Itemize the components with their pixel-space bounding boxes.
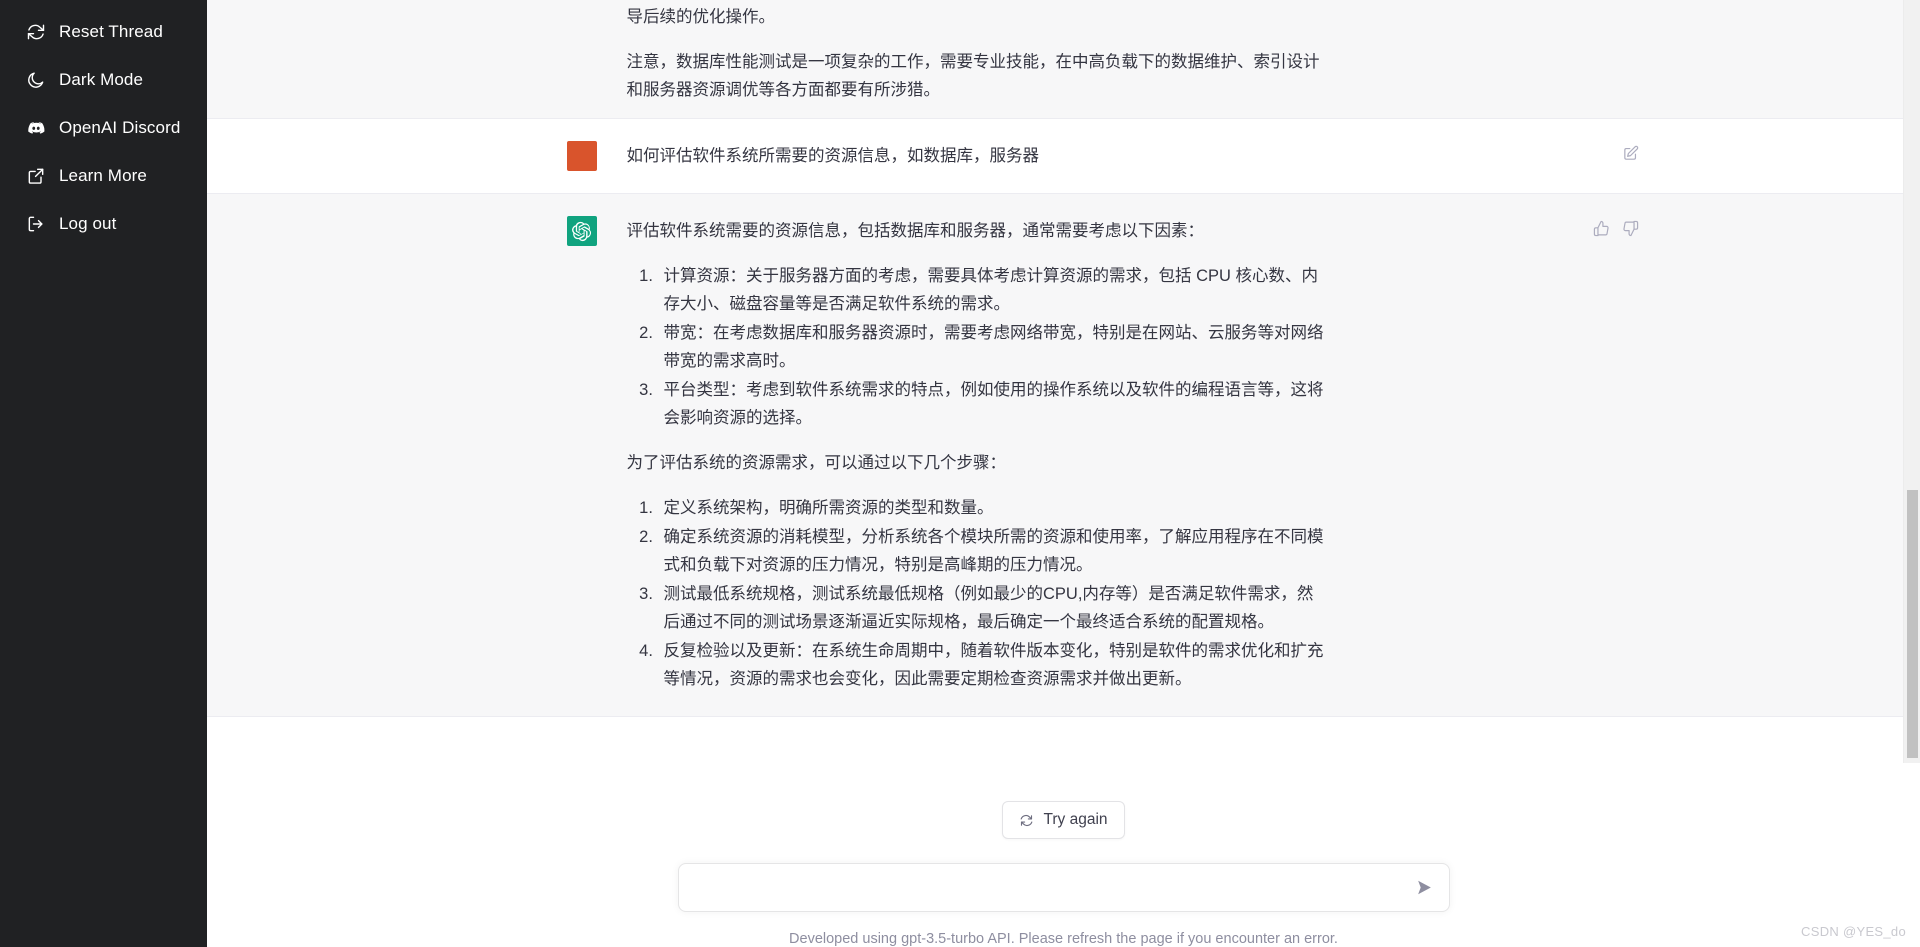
sidebar-item-label: Log out bbox=[59, 214, 117, 233]
sidebar-item-label: OpenAI Discord bbox=[59, 118, 181, 137]
list-item: 确定系统资源的消耗模型，分析系统各个模块所需的资源和使用率，了解应用程序在不同模… bbox=[658, 523, 1327, 579]
input-row bbox=[207, 839, 1920, 912]
composer-input-box[interactable] bbox=[677, 863, 1450, 912]
avatar-assistant bbox=[566, 216, 597, 246]
sidebar-item-label: Reset Thread bbox=[59, 22, 163, 41]
conversation-thread[interactable]: 7. 测试报告：根据性能数据和测试结果生成性能测试报告，附带详细测试日志和建议操… bbox=[207, 0, 1920, 779]
discord-icon bbox=[25, 118, 46, 139]
message-user: 如何评估软件系统所需要的资源信息，如数据库，服务器 bbox=[207, 119, 1920, 194]
factors-list: 计算资源：关于服务器方面的考虑，需要具体考虑计算资源的需求，包括 CPU 核心数… bbox=[627, 262, 1327, 432]
steps-list: 定义系统架构，明确所需资源的类型和数量。 确定系统资源的消耗模型，分析系统各个模… bbox=[627, 494, 1327, 693]
list-item: 带宽：在考虑数据库和服务器资源时，需要考虑网络带宽，特别是在网站、云服务等对网络… bbox=[658, 319, 1327, 375]
sidebar-item-dark-mode[interactable]: Dark Mode bbox=[6, 56, 201, 104]
list-item: 计算资源：关于服务器方面的考虑，需要具体考虑计算资源的需求，包括 CPU 核心数… bbox=[658, 262, 1327, 318]
sidebar-item-label: Dark Mode bbox=[59, 70, 144, 89]
thumbs-up-icon[interactable] bbox=[1592, 218, 1612, 238]
scrollbar-thumb[interactable] bbox=[1907, 490, 1918, 758]
openai-logo-icon bbox=[572, 221, 591, 241]
sidebar-item-label: Learn More bbox=[59, 166, 147, 185]
chat-input[interactable] bbox=[694, 864, 1403, 911]
try-again-button[interactable]: Try again bbox=[1002, 801, 1125, 839]
thread-scrollbar[interactable] bbox=[1903, 0, 1920, 763]
sidebar-item-learn-more[interactable]: Learn More bbox=[6, 152, 201, 200]
retry-row: Try again bbox=[207, 779, 1920, 839]
sidebar-item-openai-discord[interactable]: OpenAI Discord bbox=[6, 104, 201, 152]
composer-area: Try again Developed using gpt-3.5-turbo … bbox=[207, 779, 1920, 947]
footer-note: Developed using gpt-3.5-turbo API. Pleas… bbox=[789, 931, 1338, 947]
watermark: CSDN @YES_do bbox=[1801, 924, 1906, 939]
steps-intro: 为了评估系统的资源需求，可以通过以下几个步骤： bbox=[626, 454, 1007, 472]
list-item: 反复检验以及更新：在系统生命周期中，随着软件版本变化，特别是软件的需求优化和扩充… bbox=[658, 637, 1327, 693]
assistant-intro: 评估软件系统需要的资源信息，包括数据库和服务器，通常需要考虑以下因素： bbox=[626, 222, 1205, 240]
app-root: Reset Thread Dark Mode OpenAI Discord Le… bbox=[0, 0, 1920, 947]
send-icon[interactable] bbox=[1414, 877, 1436, 899]
message-assistant-previous: 7. 测试报告：根据性能数据和测试结果生成性能测试报告，附带详细测试日志和建议操… bbox=[207, 0, 1920, 119]
list-item: 测试最低系统规格，测试系统最低规格（例如最少的CPU,内存等）是否满足软件需求，… bbox=[658, 580, 1327, 636]
message-content: 如何评估软件系统所需要的资源信息，如数据库，服务器 bbox=[627, 141, 1327, 171]
user-message-actions bbox=[1621, 143, 1641, 163]
moon-icon bbox=[25, 70, 46, 91]
previous-list-item: 7. 测试报告：根据性能数据和测试结果生成性能测试报告，附带详细测试日志和建议操… bbox=[626, 8, 776, 26]
sidebar: Reset Thread Dark Mode OpenAI Discord Le… bbox=[0, 0, 207, 947]
message-content: 7. 测试报告：根据性能数据和测试结果生成性能测试报告，附带详细测试日志和建议操… bbox=[627, 0, 1327, 104]
message-assistant: 评估软件系统需要的资源信息，包括数据库和服务器，通常需要考虑以下因素： 计算资源… bbox=[207, 194, 1920, 717]
thumbs-down-icon[interactable] bbox=[1621, 218, 1641, 238]
try-again-label: Try again bbox=[1043, 811, 1108, 828]
logout-icon bbox=[25, 214, 46, 235]
external-link-icon bbox=[25, 166, 46, 187]
assistant-message-actions bbox=[1592, 218, 1641, 238]
sidebar-item-reset-thread[interactable]: Reset Thread bbox=[6, 8, 201, 56]
reset-icon bbox=[25, 22, 46, 43]
avatar-user bbox=[566, 141, 597, 171]
list-item: 平台类型：考虑到软件系统需求的特点，例如使用的操作系统以及软件的编程语言等，这将… bbox=[658, 376, 1327, 432]
sidebar-item-log-out[interactable]: Log out bbox=[6, 200, 201, 248]
message-content: 评估软件系统需要的资源信息，包括数据库和服务器，通常需要考虑以下因素： 计算资源… bbox=[627, 216, 1327, 694]
user-message-text: 如何评估软件系统所需要的资源信息，如数据库，服务器 bbox=[626, 147, 1040, 165]
previous-paragraph: 注意，数据库性能测试是一项复杂的工作，需要专业技能，在中高负载下的数据维护、索引… bbox=[626, 53, 1320, 99]
list-item: 定义系统架构，明确所需资源的类型和数量。 bbox=[658, 494, 1327, 522]
main-panel: 7. 测试报告：根据性能数据和测试结果生成性能测试报告，附带详细测试日志和建议操… bbox=[207, 0, 1920, 947]
edit-icon[interactable] bbox=[1621, 143, 1641, 163]
refresh-icon bbox=[1019, 813, 1034, 828]
